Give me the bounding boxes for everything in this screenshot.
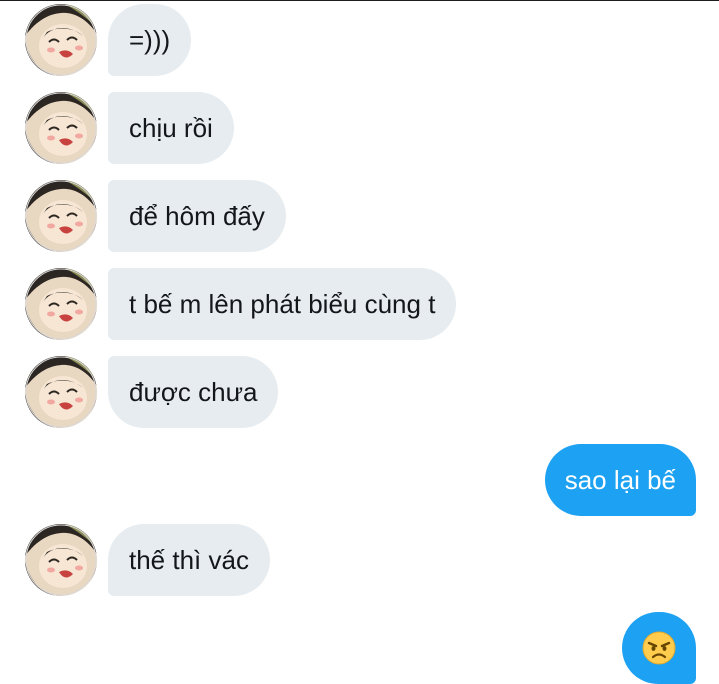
top-border [0,0,719,1]
outgoing-message-bubble[interactable]: sao lại bế [544,444,696,516]
angry-face-emoji-icon [642,631,676,665]
sender-avatar[interactable] [25,4,97,76]
message-row [0,612,719,684]
incoming-message-bubble[interactable]: thế thì vác [108,524,270,596]
incoming-message-bubble[interactable]: để hôm đấy [108,180,286,252]
incoming-message-bubble[interactable]: =))) [108,4,192,76]
sender-avatar[interactable] [25,268,97,340]
incoming-message-bubble[interactable]: chịu rồi [108,92,234,164]
incoming-message-bubble[interactable]: được chưa [108,356,279,428]
message-row: để hôm đấy [0,180,719,252]
sender-avatar[interactable] [25,524,97,596]
message-row: thế thì vác [0,524,719,596]
sender-avatar[interactable] [25,92,97,164]
message-row: =))) [0,4,719,76]
message-row: được chưa [0,356,719,428]
message-row: chịu rồi [0,92,719,164]
message-row: t bế m lên phát biểu cùng t [0,268,719,340]
outgoing-message-bubble[interactable] [622,612,696,684]
sender-avatar[interactable] [25,356,97,428]
message-row: sao lại bế [0,444,719,516]
incoming-message-bubble[interactable]: t bế m lên phát biểu cùng t [108,268,457,340]
sender-avatar[interactable] [25,180,97,252]
